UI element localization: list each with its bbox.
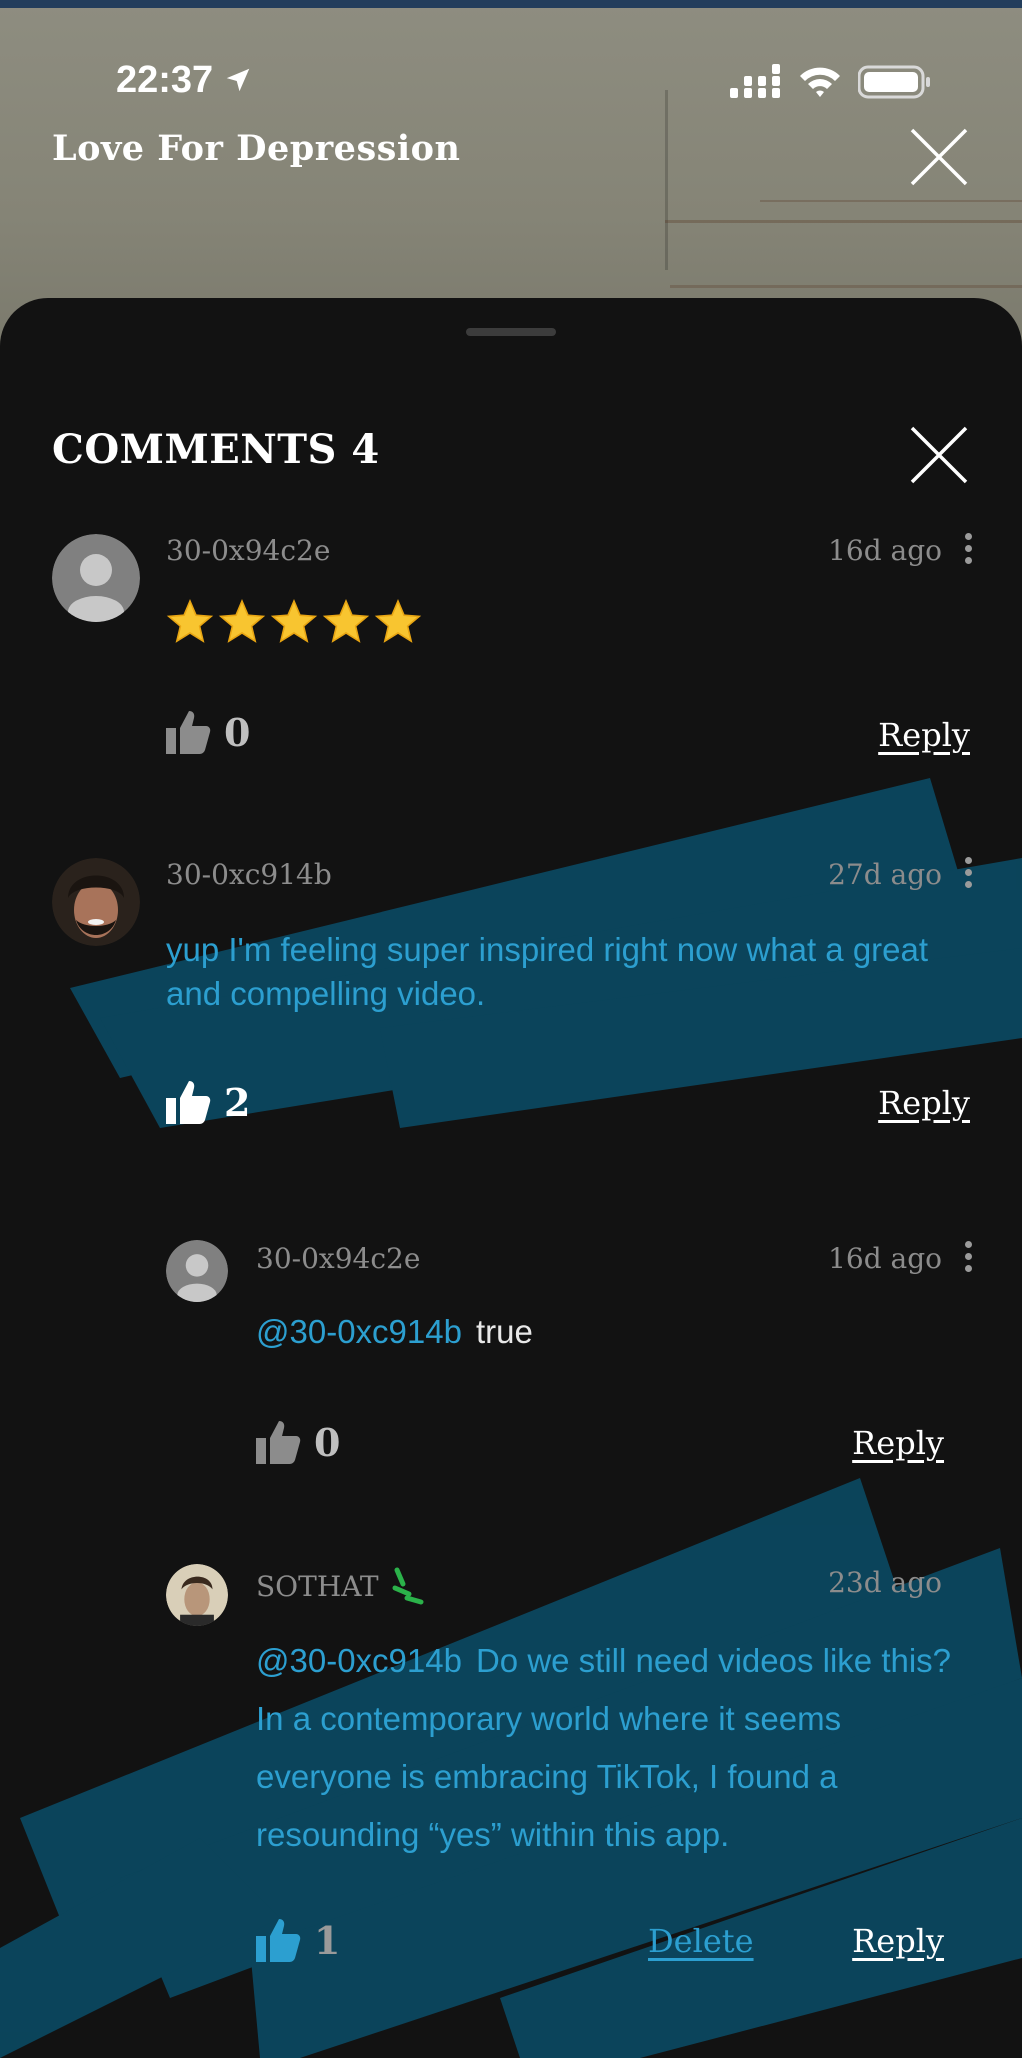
like-control[interactable]: 0 bbox=[164, 708, 250, 756]
location-arrow-icon bbox=[226, 68, 250, 92]
like-count: 2 bbox=[224, 1079, 251, 1125]
reply-username[interactable]: SOTHAT bbox=[256, 1566, 429, 1606]
mention-link[interactable]: @30-0xc914b bbox=[256, 1642, 462, 1679]
more-options-icon[interactable] bbox=[963, 854, 973, 894]
reply-username-text: SOTHAT bbox=[256, 1569, 379, 1603]
avatar[interactable] bbox=[166, 1564, 228, 1626]
star-icon bbox=[374, 598, 422, 643]
backdrop-line bbox=[665, 90, 668, 270]
backdrop-line bbox=[760, 200, 1022, 202]
reply-text-body: true bbox=[475, 1313, 533, 1350]
like-control[interactable]: 0 bbox=[254, 1418, 340, 1466]
delete-button[interactable]: Delete bbox=[648, 1922, 754, 1960]
more-options-icon[interactable] bbox=[963, 530, 973, 570]
cellular-signal-icon bbox=[730, 64, 780, 98]
loading-spinner-icon bbox=[392, 1567, 424, 1605]
close-comments-icon[interactable] bbox=[908, 424, 970, 486]
battery-icon bbox=[858, 65, 930, 99]
reply-username[interactable]: 30-0x94c2e bbox=[256, 1242, 420, 1275]
wifi-icon bbox=[800, 67, 840, 97]
backdrop-line bbox=[665, 220, 1022, 223]
star-icon bbox=[166, 598, 214, 643]
star-icon bbox=[218, 598, 266, 643]
status-time: 22:37 bbox=[116, 50, 253, 110]
like-control[interactable]: 2 bbox=[164, 1078, 250, 1126]
avatar[interactable] bbox=[52, 858, 140, 946]
reply-timestamp: 23d ago bbox=[828, 1566, 942, 1599]
reply-text: @30-0xc914b true bbox=[256, 1310, 976, 1354]
like-count: 0 bbox=[224, 709, 251, 755]
like-control[interactable]: 1 bbox=[254, 1916, 340, 1964]
backdrop-line bbox=[670, 285, 1022, 288]
more-options-icon[interactable] bbox=[963, 1238, 973, 1278]
comment-text: yup I'm feeling super inspired right now… bbox=[166, 931, 929, 1012]
status-icons bbox=[730, 52, 932, 112]
reply-button[interactable]: Reply bbox=[852, 1922, 944, 1960]
comment-timestamp: 16d ago bbox=[828, 534, 942, 567]
comment-username[interactable]: 30-0x94c2e bbox=[166, 534, 330, 567]
like-count: 0 bbox=[314, 1419, 341, 1465]
reply-button[interactable]: Reply bbox=[878, 716, 970, 754]
comment-timestamp: 27d ago bbox=[828, 858, 942, 891]
video-edge bbox=[0, 0, 1022, 8]
reply-button[interactable]: Reply bbox=[852, 1424, 944, 1462]
avatar[interactable] bbox=[166, 1240, 228, 1302]
reply-text: @30-0xc914b Do we still need videos like … bbox=[256, 1632, 978, 1864]
thumbs-up-icon[interactable] bbox=[254, 1916, 302, 1964]
star-icon bbox=[322, 598, 370, 643]
like-count: 1 bbox=[314, 1917, 341, 1963]
avatar[interactable] bbox=[52, 534, 140, 622]
rating-stars bbox=[166, 598, 422, 646]
comment-username[interactable]: 30-0xc914b bbox=[166, 858, 332, 891]
close-video-icon[interactable] bbox=[908, 126, 970, 188]
video-title: Love For Depression bbox=[52, 128, 461, 169]
reply-button[interactable]: Reply bbox=[878, 1084, 970, 1122]
mention-link[interactable]: @30-0xc914b bbox=[256, 1313, 462, 1350]
thumbs-up-icon[interactable] bbox=[164, 708, 212, 756]
reply-timestamp: 16d ago bbox=[828, 1242, 942, 1275]
thumbs-up-icon[interactable] bbox=[164, 1078, 212, 1126]
status-time-text: 22:37 bbox=[116, 59, 214, 101]
sheet-grabber[interactable] bbox=[466, 328, 556, 336]
comments-title: COMMENTS 4 bbox=[52, 426, 380, 473]
comments-sheet: COMMENTS 4 30-0x94c2e 16d ago 0 Reply 30… bbox=[0, 298, 1022, 2058]
thumbs-up-icon[interactable] bbox=[254, 1418, 302, 1466]
star-icon bbox=[270, 598, 318, 643]
